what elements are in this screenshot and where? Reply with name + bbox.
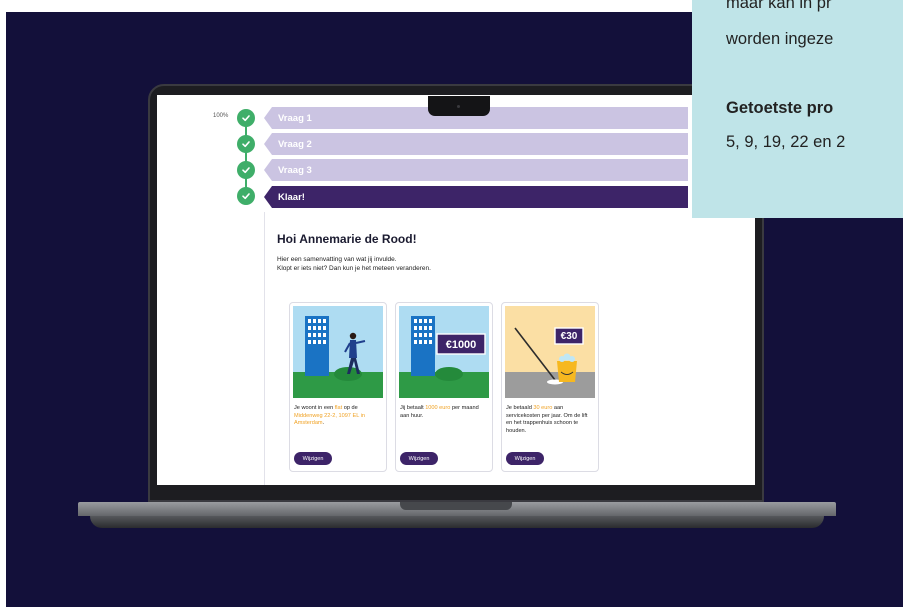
card-text: Je betaald xyxy=(506,405,534,411)
step-label: Vraag 3 xyxy=(278,164,312,176)
summary-card-housing: Je woont in een flat op de Middenweg 22-… xyxy=(289,302,387,472)
summary-card-service-costs: €30 Je betaald 30 euro aan servicekosten… xyxy=(501,302,599,472)
step-tab-klaar[interactable]: Klaar! xyxy=(264,186,688,208)
card-text: op de xyxy=(342,405,358,411)
camera-notch xyxy=(428,96,490,116)
progress-percentage: 100% xyxy=(213,113,229,119)
overlay-text-line: maar kan in pr xyxy=(726,0,832,12)
step-1-check-icon xyxy=(237,109,255,127)
intro-line: Hier een samenvatting van wat jij invuld… xyxy=(277,256,397,263)
step-3-check-icon xyxy=(237,161,255,179)
flat-walking-person-icon xyxy=(293,306,383,398)
card-highlight: 1000 euro xyxy=(425,405,451,411)
overlay-text-line: 5, 9, 19, 22 en 2 xyxy=(726,133,846,151)
intro-line: Klopt er iets niet? Dan kun je het metee… xyxy=(277,265,431,272)
laptop-opening-groove xyxy=(400,502,512,510)
step-label: Klaar! xyxy=(278,191,305,203)
card-highlight: Middenweg 22-2, 1097 EL in Amsterdam xyxy=(294,412,366,427)
mop-bucket-icon xyxy=(505,306,595,398)
step-4-check-icon xyxy=(237,187,255,205)
card-description: Je woont in een flat op de Middenweg 22-… xyxy=(294,405,382,428)
summary-panel: Hoi Annemarie de Rood! Hier een samenvat… xyxy=(264,212,688,485)
step-tab-vraag-3[interactable]: Vraag 3 xyxy=(264,159,688,181)
edit-button-housing[interactable]: Wijzigen xyxy=(294,452,332,465)
card-text: . xyxy=(322,420,325,427)
step-label: Vraag 1 xyxy=(278,112,312,124)
card-highlight: 30 euro xyxy=(533,405,553,411)
card-description: Je betaald 30 euro aan servicekosten per… xyxy=(506,405,594,435)
step-2-check-icon xyxy=(237,135,255,153)
overlay-text-line: worden ingeze xyxy=(726,30,834,48)
stepper-connector-line xyxy=(245,118,247,196)
page-title: Hoi Annemarie de Rood! xyxy=(277,232,417,246)
card-text: Je woont in een xyxy=(294,405,335,411)
summary-intro: Hier een samenvatting van wat jij invuld… xyxy=(277,255,431,273)
camera-icon xyxy=(457,105,460,108)
card-text: Jij betaalt xyxy=(400,405,426,411)
step-tab-vraag-2[interactable]: Vraag 2 xyxy=(264,133,688,155)
summary-card-rent: €1000 Jij betaalt 1000 euro per maand aa… xyxy=(395,302,493,472)
edit-button-service-costs[interactable]: Wijzigen xyxy=(506,452,544,465)
card-description: Jij betaalt 1000 euro per maand aan huur… xyxy=(400,405,488,420)
info-overlay-panel: maar kan in pr worden ingeze Getoetste p… xyxy=(692,0,903,218)
laptop-base-bottom xyxy=(90,516,824,528)
price-badge: €30 xyxy=(560,330,578,342)
edit-button-rent[interactable]: Wijzigen xyxy=(400,452,438,465)
overlay-heading: Getoetste pro xyxy=(726,99,834,117)
step-label: Vraag 2 xyxy=(278,138,312,150)
price-badge: €1000 xyxy=(445,339,477,351)
